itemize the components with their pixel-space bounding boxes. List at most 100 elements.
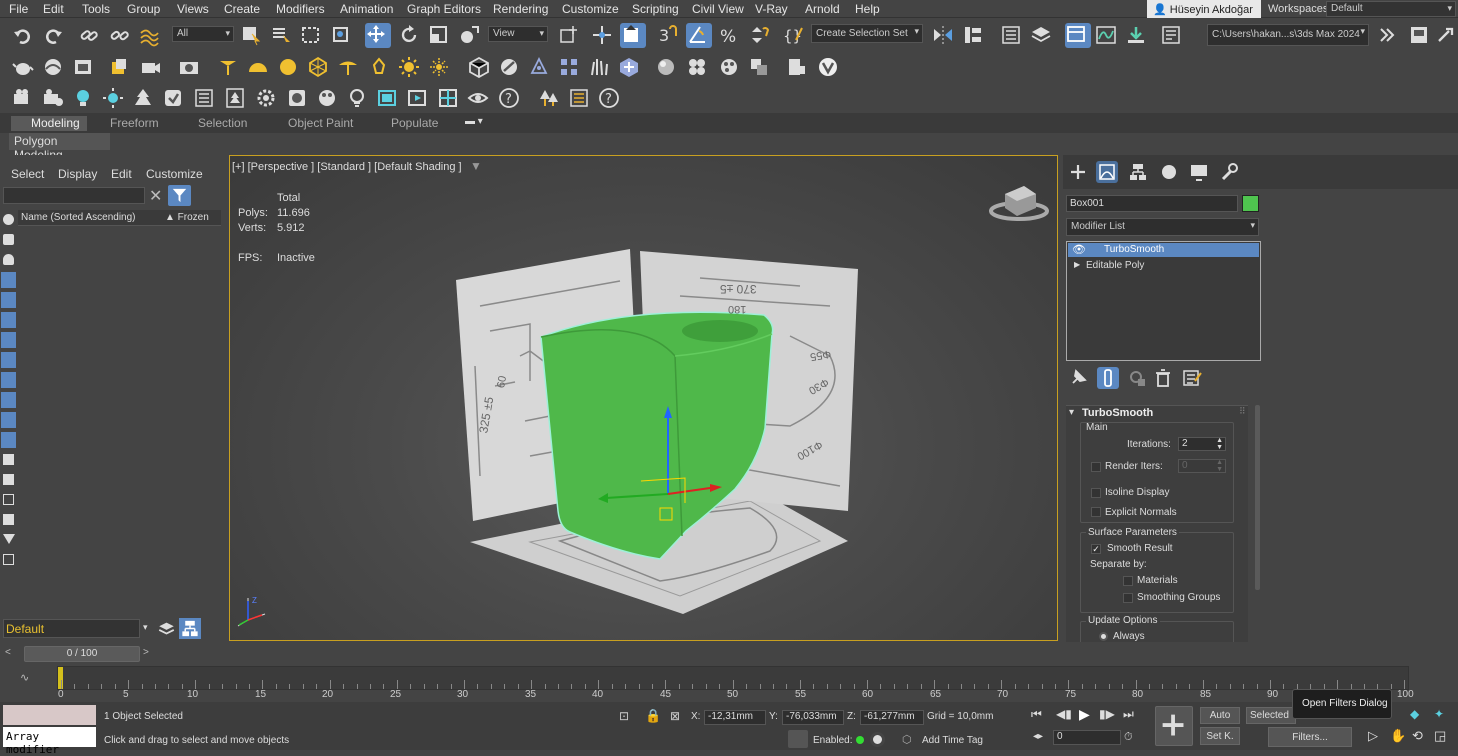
project-path-dropdown[interactable]: C:\Users\hakan...s\3ds Max 2024 [1207,24,1369,46]
scene-tab-customize[interactable]: Customize [146,167,203,181]
mirror-icon[interactable] [932,24,954,46]
arnold-skydome-icon[interactable] [102,87,124,109]
containers-filter-icon[interactable] [1,392,16,408]
select-and-move-icon[interactable] [365,23,391,48]
material-editor-icon[interactable] [1160,24,1182,46]
curve-editor-icon[interactable] [1095,24,1117,46]
set-key-button[interactable]: Set K. [1200,727,1240,745]
key-mode-icon[interactable]: ◂▸ [1033,731,1043,742]
vray-grass-icon[interactable] [588,56,610,78]
rollout-title[interactable]: TurboSmooth [1082,407,1153,419]
adaptive-degradation-icon[interactable] [788,730,808,748]
make-unique-icon[interactable] [1127,367,1149,389]
menu-help[interactable]: Help [855,2,880,16]
spacewarps-filter-icon[interactable] [1,312,16,328]
vray-mesh-light-icon[interactable] [307,56,329,78]
always-radio[interactable] [1099,632,1108,641]
container-small-icon[interactable] [3,554,14,565]
rollout-collapse-icon[interactable]: ▾ [1069,407,1074,418]
vray-logo-icon[interactable] [817,56,839,78]
render-iters-spinner[interactable]: 0 ▲ ▼ [1178,459,1226,473]
help-icon[interactable]: ? [598,87,620,109]
shapes-filter-icon[interactable] [3,234,14,245]
y-coordinate-field[interactable]: -76,033mm [782,710,844,725]
maxscript-listener-pink[interactable] [3,705,96,725]
ribbon-tab-freeform[interactable]: Freeform [110,116,159,130]
menu-file[interactable]: File [9,2,28,16]
vray-dome-light-icon[interactable] [247,56,269,78]
scene-search-input[interactable] [3,187,145,204]
vray-converter-icon[interactable] [748,56,770,78]
show-end-result-icon[interactable] [1097,367,1119,389]
go-to-start-icon[interactable]: ⏮ [1031,707,1042,722]
arnold-tree-icon[interactable] [224,87,246,109]
layer-dropdown[interactable]: Default [3,619,140,638]
expand-toolbar-icon[interactable] [1376,24,1398,46]
use-pivot-center-icon[interactable] [557,24,579,46]
select-by-name-icon[interactable] [270,24,292,46]
window-crossing-icon[interactable] [330,24,352,46]
undo-icon[interactable] [12,25,34,47]
redo-icon[interactable] [42,25,64,47]
list-panel-icon[interactable] [568,87,590,109]
explicit-normals-checkbox[interactable] [1091,507,1101,517]
create-tab-icon[interactable] [1067,161,1089,183]
object-color-swatch[interactable] [1242,195,1259,212]
x-coordinate-field[interactable]: -12,31mm [704,710,766,725]
rollout-grip-icon[interactable]: ⠿ [1239,406,1246,417]
cameras-filter-icon[interactable] [1,272,16,288]
selection-lock-icon[interactable]: 🔒 [645,708,661,724]
menu-graph-editors[interactable]: Graph Editors [407,2,481,16]
arnold-render-icon[interactable] [12,87,34,109]
display-all-icon[interactable] [3,454,14,465]
select-and-manipulate-icon[interactable] [591,24,613,46]
vray-material-sphere-icon[interactable] [655,56,677,78]
menu-animation[interactable]: Animation [340,2,393,16]
orbit-icon[interactable]: ⟲ [1412,728,1423,744]
scene-tab-select[interactable]: Select [11,167,44,181]
arnold-aov-icon[interactable] [193,87,215,109]
stack-eye-icon[interactable]: 👁 [1072,243,1086,256]
isolate-selection-icon[interactable]: ⊡ [619,709,629,723]
vray-sun-icon[interactable] [398,56,420,78]
iterations-spinner[interactable]: 2 ▲ ▼ [1178,437,1226,451]
hierarchy-icon[interactable] [3,514,14,525]
vray-sphere-light-icon[interactable] [277,56,299,78]
ribbon-tab-populate[interactable]: Populate [391,116,438,130]
arnold-ipr-icon[interactable] [42,87,64,109]
ribbon-options-icon[interactable]: ▬ ▾ [465,116,483,127]
vray-spot-light-icon[interactable] [217,56,239,78]
menu-tools[interactable]: Tools [82,2,110,16]
auto-key-button[interactable]: Auto [1200,707,1240,724]
selected-key-dropdown[interactable]: Selected [1246,707,1296,724]
spinner-arrows-icon[interactable]: ▲ ▼ [1216,437,1223,451]
menu-create[interactable]: Create [224,2,260,16]
layer-explorer-icon[interactable] [1030,24,1052,46]
clear-search-icon[interactable]: ✕ [149,186,162,206]
bones-filter-icon[interactable] [1,372,16,388]
hidden-filter-icon[interactable] [1,432,16,448]
modifier-list-dropdown[interactable]: Modifier List [1066,218,1259,236]
link-icon[interactable] [78,25,100,47]
zoom-extents-icon[interactable]: ◆ [1410,707,1419,721]
arnold-grid-icon[interactable] [437,87,459,109]
filter-small-icon[interactable] [3,534,15,544]
key-filter-icon[interactable] [870,732,885,747]
select-and-scale-icon[interactable] [428,24,450,46]
create-selection-set-dropdown[interactable]: Create Selection Set [811,24,923,43]
vray-scatter-icon[interactable] [558,56,580,78]
menu-civil-view[interactable]: Civil View [692,2,744,16]
vray-physical-camera-icon[interactable] [178,56,200,78]
scene-tab-edit[interactable]: Edit [111,167,132,181]
layer-dropdown-arrow[interactable]: ▾ [143,622,148,633]
track-bar[interactable] [57,666,1409,690]
vray-camera-icon[interactable] [140,56,162,78]
xrefs-filter-icon[interactable] [1,352,16,368]
curve-editor-mini-icon[interactable]: ∿ [20,671,32,684]
geometry-filter-icon[interactable] [3,214,14,225]
arnold-eye-icon[interactable] [467,87,489,109]
schematic-view-icon[interactable] [1125,24,1147,46]
play-icon[interactable]: ▶ [1079,706,1090,723]
groups-filter-icon[interactable] [1,332,16,348]
hierarchy-tab-icon[interactable] [1127,161,1149,183]
